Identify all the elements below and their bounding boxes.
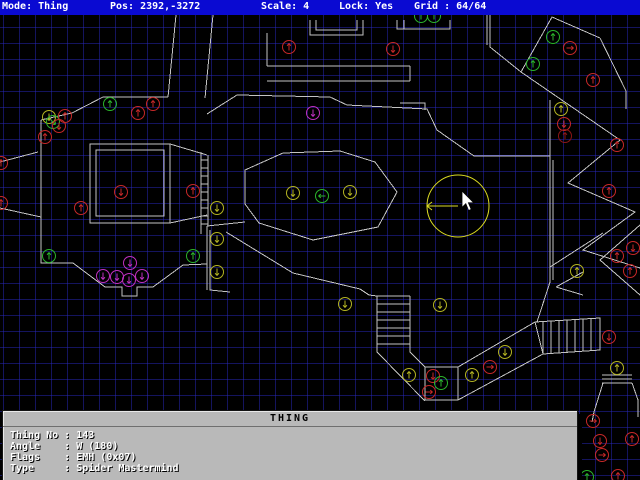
dialog-title: THING bbox=[3, 411, 577, 427]
status-field-grid: Grid : 64/64 bbox=[414, 1, 486, 12]
dialog-row-flags: Flags : EMH (0x07) bbox=[10, 452, 577, 463]
status-field-pos: Pos: 2392,-3272 bbox=[110, 1, 200, 12]
status-bar: Mode: Thing Pos: 2392,-3272 Scale: 4 Lock: … bbox=[0, 0, 640, 15]
dialog-row-thing-no: Thing No : 143 bbox=[10, 430, 577, 441]
status-field-scale: Scale: 4 bbox=[261, 1, 309, 12]
status-field-mode: Mode: Thing bbox=[2, 1, 68, 12]
status-field-lock: Lock: Yes bbox=[339, 1, 393, 12]
dialog-row-angle: Angle : W (180) bbox=[10, 441, 577, 452]
dialog-body: Thing No : 143Angle : W (180)Flags : EMH… bbox=[3, 427, 577, 474]
thing-info-dialog: THING Thing No : 143Angle : W (180)Flags… bbox=[2, 410, 578, 480]
dialog-row-type: Type : Spider Mastermind bbox=[10, 463, 577, 474]
doom-editor-screen: Mode: Thing Pos: 2392,-3272 Scale: 4 Lock: … bbox=[0, 0, 640, 480]
